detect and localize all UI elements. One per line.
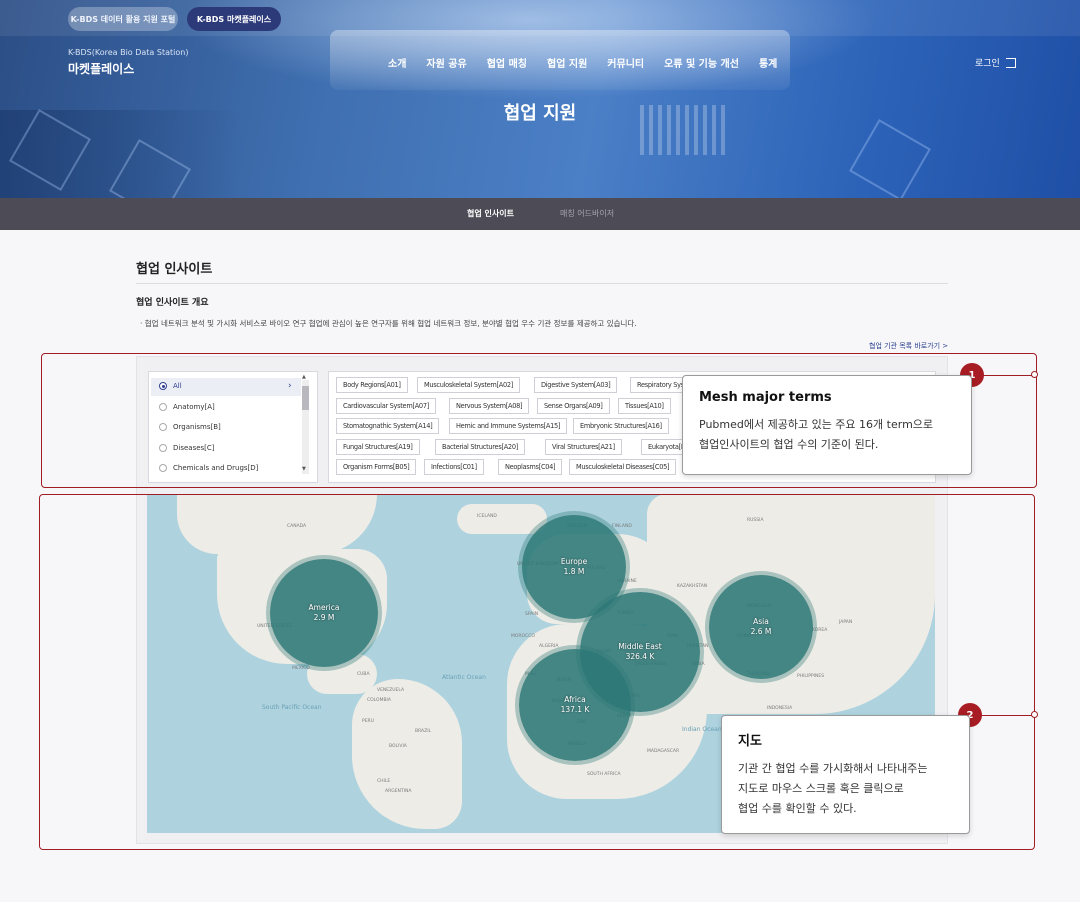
- callout-map: 지도 기관 간 협업 수를 가시화해서 나타내주는 지도로 마우스 스크롤 혹은…: [721, 715, 970, 834]
- nav-item-intro[interactable]: 소개: [388, 55, 406, 70]
- annotation-dot-1: [1031, 371, 1038, 378]
- main-nav: 소개 자원 공유 협업 매칭 협업 지원 커뮤니티 오류 및 기능 개선 통계: [388, 55, 797, 70]
- nav-item-collab-support[interactable]: 협업 지원: [547, 55, 587, 70]
- portal-link[interactable]: K-BDS 데이터 활용 지원 포털: [68, 7, 178, 31]
- nav-item-collab-matching[interactable]: 협업 매칭: [487, 55, 527, 70]
- sub-nav: 협업 인사이트 매칭 어드바이저: [0, 198, 1080, 230]
- section-description: · 협업 네트워크 분석 및 가시화 서비스로 바이오 연구 협업에 관심이 높…: [140, 319, 637, 328]
- nav-item-community[interactable]: 커뮤니티: [607, 55, 644, 70]
- hero-title: 협업 지원: [503, 103, 577, 124]
- tab-collab-insight[interactable]: 협업 인사이트: [467, 208, 514, 219]
- section-title: 협업 인사이트 개요: [136, 298, 209, 308]
- hex-graphic: [849, 119, 931, 198]
- page-title: 협업 인사이트: [136, 262, 213, 277]
- callout-line: 지도로 마우스 스크롤 혹은 클릭으로: [738, 782, 904, 795]
- description-text: 협업 네트워크 분석 및 가시화 서비스로 바이오 연구 협업에 관심이 높은 …: [144, 319, 637, 328]
- institution-list-link[interactable]: 협업 기관 목록 바로가기 >: [869, 341, 948, 351]
- callout-title: Mesh major terms: [699, 390, 832, 405]
- title-divider: [136, 283, 948, 284]
- tab-matching-advisor[interactable]: 매칭 어드바이저: [560, 208, 614, 219]
- login-label: 로그인: [975, 59, 1000, 69]
- callout-line: 협업 수를 확인할 수 있다.: [738, 802, 857, 815]
- brand-subtitle: K-BDS(Korea Bio Data Station): [68, 48, 189, 57]
- login-button[interactable]: 로그인: [975, 56, 1016, 69]
- callout-body: 기관 간 협업 수를 가시화해서 나타내주는 지도로 마우스 스크롤 혹은 클릭…: [738, 759, 953, 819]
- callout-title: 지도: [738, 734, 762, 749]
- nav-item-resource-share[interactable]: 자원 공유: [426, 55, 466, 70]
- annotation-dot-2: [1031, 711, 1038, 718]
- callout-line: Pubmed에서 제공하고 있는 주요 16개 term으로: [699, 418, 934, 431]
- marketplace-link[interactable]: K-BDS 마켓플레이스: [187, 7, 281, 31]
- nav-item-statistics[interactable]: 통계: [759, 55, 777, 70]
- login-icon: [1005, 57, 1016, 68]
- callout-line: 협업인사이트의 협업 수의 기준이 된다.: [699, 438, 879, 451]
- callout-line: 기관 간 협업 수를 가시화해서 나타내주는: [738, 762, 928, 775]
- nav-item-feedback[interactable]: 오류 및 기능 개선: [664, 55, 739, 70]
- callout-mesh-terms: Mesh major terms Pubmed에서 제공하고 있는 주요 16개…: [682, 375, 972, 475]
- brand-logo[interactable]: 마켓플레이스: [68, 60, 134, 77]
- callout-body: Pubmed에서 제공하고 있는 주요 16개 term으로 협업인사이트의 협…: [699, 415, 955, 455]
